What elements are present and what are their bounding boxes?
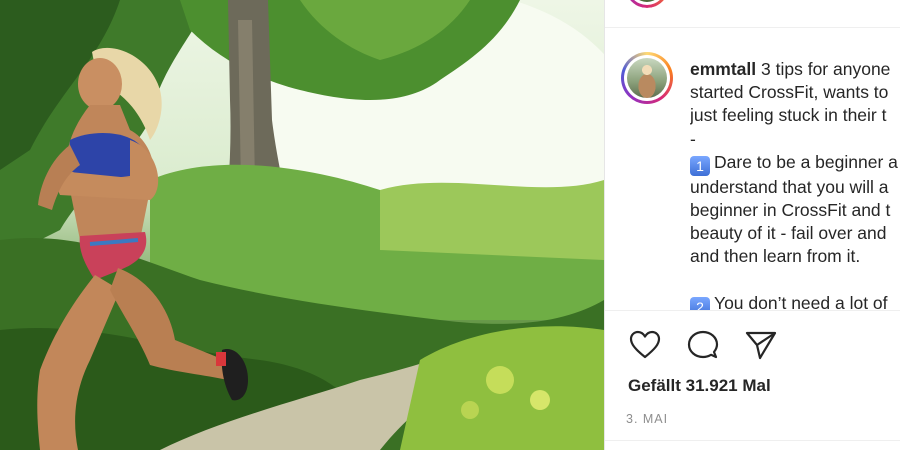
caption-line bbox=[690, 269, 900, 292]
caption-line: beauty of it - fail over and bbox=[690, 223, 887, 244]
keycap-one-emoji: 1 bbox=[690, 155, 710, 176]
caption-line: understand that you will a bbox=[690, 176, 889, 197]
heart-icon[interactable] bbox=[627, 327, 663, 363]
post-caption: emmtall 3 tips for anyone started CrossF… bbox=[690, 58, 900, 310]
post-date[interactable]: 3. MAI bbox=[626, 412, 668, 426]
caption-line: 2 You don’t need a lot of bbox=[690, 292, 900, 310]
caption-line: emmtall 3 tips for anyone bbox=[690, 59, 891, 79]
caption-line: - bbox=[690, 128, 696, 149]
paper-plane-icon[interactable] bbox=[743, 327, 779, 363]
post-side-panel: emmtall 3 tips for anyone started CrossF… bbox=[605, 0, 900, 450]
post-actions bbox=[627, 327, 779, 363]
keycap-two-emoji: 2 bbox=[690, 296, 710, 310]
caption-line: beginner in CrossFit and t bbox=[690, 200, 891, 221]
photo-illustration bbox=[0, 0, 604, 450]
actions-divider bbox=[605, 310, 900, 311]
comment-icon[interactable] bbox=[685, 327, 721, 363]
header-avatar[interactable] bbox=[625, 0, 669, 8]
caption-line: 1 Dare to be a beginner a bbox=[690, 151, 900, 176]
like-count[interactable]: Gefällt 31.921 Mal bbox=[628, 376, 771, 396]
caption-line: started CrossFit, wants to bbox=[690, 82, 889, 103]
caption-line: just feeling stuck in their t bbox=[690, 105, 887, 126]
caption-line: and then learn from it. bbox=[690, 246, 861, 267]
comment-divider bbox=[605, 440, 900, 441]
post-photo[interactable] bbox=[0, 0, 604, 450]
username-link[interactable]: emmtall bbox=[690, 59, 756, 79]
header-divider bbox=[605, 27, 900, 28]
caption-avatar[interactable] bbox=[621, 52, 673, 104]
